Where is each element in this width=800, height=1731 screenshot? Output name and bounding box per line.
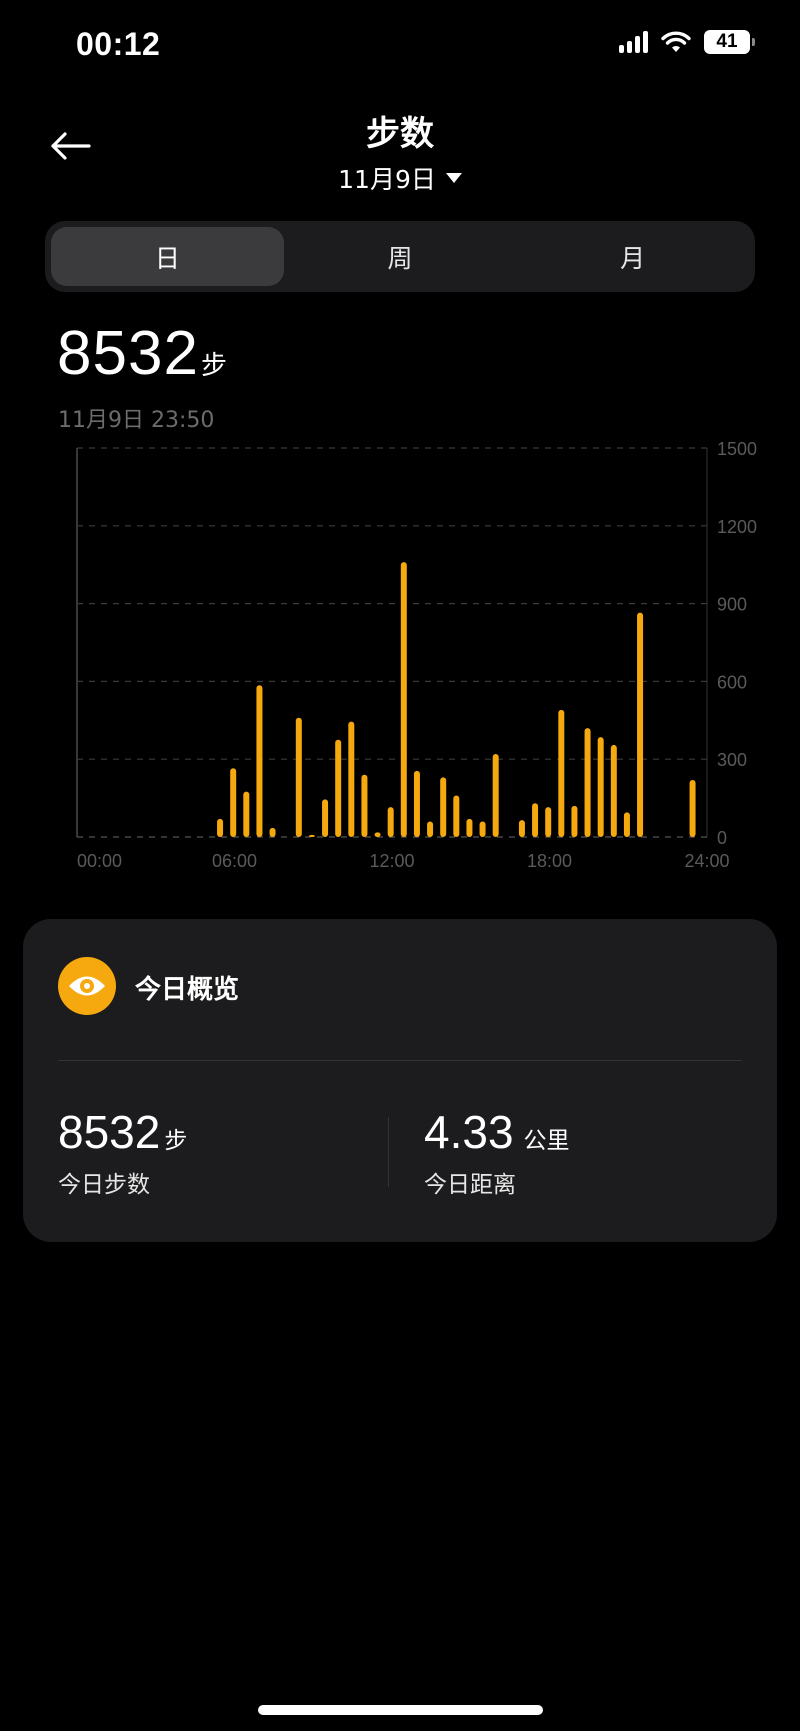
bar xyxy=(479,821,486,837)
battery-icon: 41 xyxy=(704,30,755,54)
status-bar: 00:12 41 xyxy=(0,0,800,90)
total-steps-unit: 步 xyxy=(200,350,228,380)
bar xyxy=(453,795,460,837)
date-selector[interactable]: 11月9日 xyxy=(0,160,800,196)
status-icons: 41 xyxy=(619,30,755,54)
bar xyxy=(308,834,315,837)
x-tick-label: 00:00 xyxy=(77,851,122,870)
distance-stat: 4.33 公里 今日距离 xyxy=(424,1105,570,1199)
bar xyxy=(466,818,473,837)
steps-bar-chart: 0 300 600 900 1200 1500 00:00 06:00 12:00 18:00 24… xyxy=(76,439,757,870)
bar xyxy=(400,562,407,837)
bar xyxy=(374,832,381,837)
steps-stat: 8532 步 今日步数 xyxy=(58,1105,187,1199)
bar xyxy=(230,768,237,837)
page-title: 步数 xyxy=(366,114,434,154)
status-time: 00:12 xyxy=(76,26,161,62)
steps-stat-value: 8532 xyxy=(58,1106,161,1158)
bar xyxy=(689,779,696,837)
bar xyxy=(558,709,565,837)
x-tick-label: 06:00 xyxy=(212,851,257,870)
bar xyxy=(518,820,525,837)
bar xyxy=(217,818,224,837)
overview-card: 今日概览 8532 步 今日步数 4.33 公里 今日距离 xyxy=(23,919,777,1242)
tab-month[interactable]: 月 xyxy=(516,227,749,286)
tab-week[interactable]: 周 xyxy=(284,227,517,286)
bar xyxy=(571,805,578,837)
bar xyxy=(427,821,434,837)
bar xyxy=(269,827,276,837)
bar xyxy=(440,777,447,837)
bar xyxy=(243,791,250,837)
bar xyxy=(295,717,302,837)
bar xyxy=(322,799,329,837)
bar xyxy=(361,774,368,837)
period-tabs: 日 周 月 xyxy=(45,221,755,292)
bar xyxy=(597,737,604,837)
y-tick-label: 300 xyxy=(717,750,747,770)
stat-divider xyxy=(388,1117,389,1187)
bar xyxy=(545,807,552,837)
y-tick-label: 600 xyxy=(717,672,747,692)
bar xyxy=(610,744,617,837)
bar xyxy=(637,612,644,837)
card-divider xyxy=(58,1060,742,1061)
total-steps: 8532步 xyxy=(57,318,228,389)
cellular-signal-icon xyxy=(619,31,648,53)
distance-stat-value: 4.33 xyxy=(424,1106,514,1158)
y-tick-label: 900 xyxy=(717,595,747,615)
bar xyxy=(532,803,539,837)
eye-icon xyxy=(58,957,116,1015)
caret-down-icon xyxy=(445,173,462,183)
distance-stat-value-row: 4.33 公里 xyxy=(424,1105,570,1159)
bar xyxy=(348,721,355,837)
bar xyxy=(584,728,591,837)
bar xyxy=(387,807,394,837)
bar xyxy=(413,770,420,837)
wifi-icon xyxy=(661,31,691,52)
x-tick-label: 12:00 xyxy=(369,851,414,870)
steps-stat-value-row: 8532 步 xyxy=(58,1105,187,1159)
overview-title: 今日概览 xyxy=(135,975,240,1005)
steps-stat-unit: 步 xyxy=(164,1127,188,1153)
bar xyxy=(492,754,499,837)
date-label: 11月9日 xyxy=(338,165,436,194)
y-tick-label: 1500 xyxy=(717,439,757,459)
bar xyxy=(335,739,342,837)
x-tick-label: 18:00 xyxy=(527,851,572,870)
y-tick-label: 1200 xyxy=(717,517,757,537)
home-indicator[interactable] xyxy=(258,1705,543,1715)
distance-stat-label: 今日距离 xyxy=(424,1172,516,1198)
y-tick-label: 0 xyxy=(717,828,727,848)
tab-day[interactable]: 日 xyxy=(51,227,284,286)
steps-stat-label: 今日步数 xyxy=(58,1172,150,1198)
bar xyxy=(623,812,630,837)
bar xyxy=(256,685,263,837)
x-tick-label: 24:00 xyxy=(684,851,729,870)
total-steps-value: 8532 xyxy=(57,319,199,388)
distance-stat-unit: 公里 xyxy=(523,1127,570,1153)
